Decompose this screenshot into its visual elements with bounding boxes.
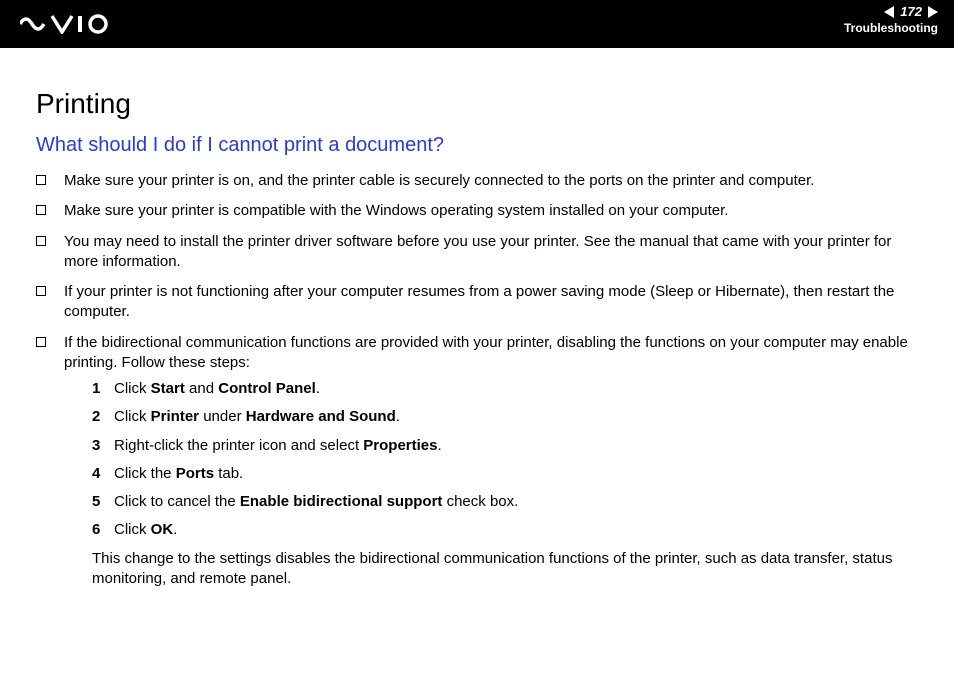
header-bar: 172 Troubleshooting [0,0,954,48]
step-item: 1 Click Start and Control Panel. [92,379,918,399]
step-item: 5 Click to cancel the Enable bidirection… [92,492,918,512]
vaio-logo [20,14,116,34]
page-title: Printing [36,88,918,120]
bullet-icon [36,205,46,215]
bullet-icon [36,286,46,296]
step-number: 1 [92,379,114,399]
step-number: 3 [92,436,114,456]
step-item: 4 Click the Ports tab. [92,464,918,484]
list-item: If your printer is not functioning after… [36,282,918,323]
bullet-text: Make sure your printer is compatible wit… [64,201,918,221]
page-subtitle: What should I do if I cannot print a doc… [36,134,918,157]
bullet-text-with-steps: If the bidirectional communication funct… [64,333,918,590]
step-item: 2 Click Printer under Hardware and Sound… [92,407,918,427]
page-content: Printing What should I do if I cannot pr… [0,48,954,589]
list-item: You may need to install the printer driv… [36,232,918,273]
step-item: 6 Click OK. [92,520,918,540]
next-page-arrow-icon[interactable] [928,6,938,18]
step-text: Right-click the printer icon and select … [114,436,442,456]
step-item: 3 Right-click the printer icon and selec… [92,436,918,456]
step-text: Click Start and Control Panel. [114,379,320,399]
closing-note: This change to the settings disables the… [92,549,918,590]
bullet-icon [36,337,46,347]
bullet-text: If your printer is not functioning after… [64,282,918,323]
list-item: Make sure your printer is compatible wit… [36,201,918,221]
steps-list: 1 Click Start and Control Panel. 2 Click… [92,379,918,541]
bullet-text: If the bidirectional communication funct… [64,334,908,371]
page-indicator: 172 Troubleshooting [844,4,938,35]
bullet-icon [36,236,46,246]
step-number: 4 [92,464,114,484]
vaio-logo-svg [20,14,116,34]
step-text: Click to cancel the Enable bidirectional… [114,492,518,512]
step-number: 2 [92,407,114,427]
bullet-text: You may need to install the printer driv… [64,232,918,273]
list-item: Make sure your printer is on, and the pr… [36,171,918,191]
bullet-list: Make sure your printer is on, and the pr… [36,171,918,589]
page-number: 172 [896,4,926,19]
bullet-icon [36,175,46,185]
prev-page-arrow-icon[interactable] [884,6,894,18]
step-number: 5 [92,492,114,512]
bullet-text: Make sure your printer is on, and the pr… [64,171,918,191]
list-item: If the bidirectional communication funct… [36,333,918,590]
step-text: Click OK. [114,520,177,540]
section-label: Troubleshooting [844,21,938,35]
step-number: 6 [92,520,114,540]
step-text: Click the Ports tab. [114,464,243,484]
step-text: Click Printer under Hardware and Sound. [114,407,400,427]
